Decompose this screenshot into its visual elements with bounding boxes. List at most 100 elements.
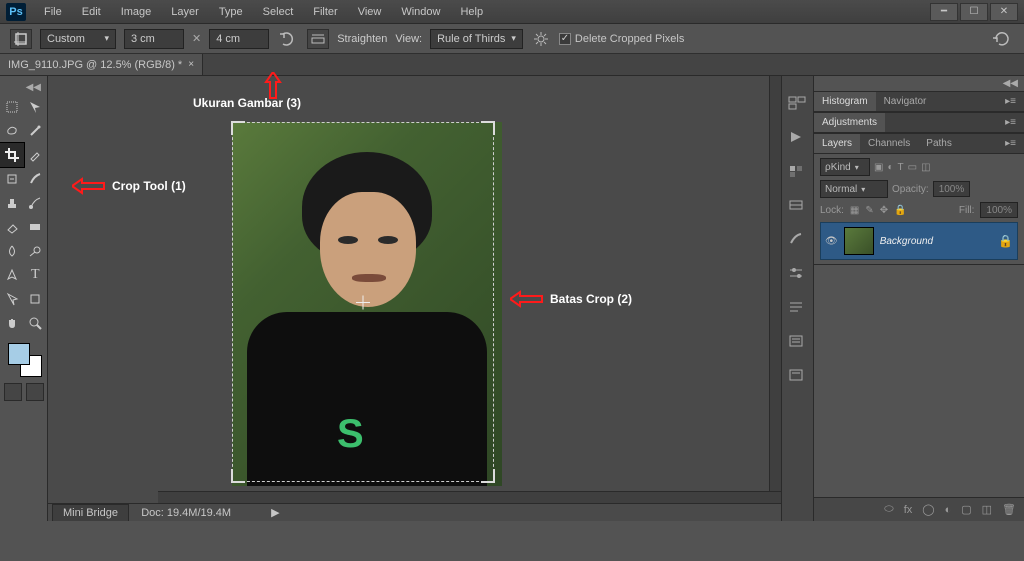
menu-window[interactable]: Window	[393, 2, 448, 22]
arrange-icon[interactable]	[788, 96, 808, 112]
selection-tool-icon[interactable]	[24, 95, 48, 119]
dodge-tool-icon[interactable]	[24, 239, 48, 263]
menu-help[interactable]: Help	[452, 2, 491, 22]
menu-image[interactable]: Image	[113, 2, 160, 22]
crop-tool-icon[interactable]	[10, 29, 32, 49]
filter-smart-icon[interactable]: ◫	[921, 162, 930, 173]
tab-navigator[interactable]: Navigator	[876, 92, 935, 111]
horizontal-scrollbar[interactable]	[158, 491, 781, 503]
hand-tool-icon[interactable]	[0, 311, 24, 335]
vertical-scrollbar[interactable]	[769, 76, 781, 491]
swatches-panel-icon[interactable]	[788, 164, 808, 180]
layer-row-background[interactable]: 👁 Background 🔒	[820, 222, 1018, 260]
group-icon[interactable]: ▢	[961, 503, 971, 516]
panel-menu-icon[interactable]: ▸≡	[997, 113, 1024, 132]
history-brush-tool-icon[interactable]	[24, 191, 48, 215]
library-icon[interactable]	[788, 198, 808, 214]
document-tab[interactable]: IMG_9110.JPG @ 12.5% (RGB/8) * ×	[0, 54, 203, 75]
healing-tool-icon[interactable]	[0, 167, 24, 191]
panel-menu-icon[interactable]: ▸≡	[997, 134, 1024, 153]
crop-settings-gear-icon[interactable]	[531, 29, 551, 49]
edit-mode-toggle[interactable]	[0, 383, 47, 401]
brush-tool-icon[interactable]	[24, 167, 48, 191]
tab-layers[interactable]: Layers	[814, 134, 860, 153]
standard-mode-icon[interactable]	[4, 383, 22, 401]
doc-info-chevron-icon[interactable]: ▶	[271, 506, 279, 519]
fx-icon[interactable]: fx	[904, 504, 913, 516]
blur-tool-icon[interactable]	[0, 239, 24, 263]
tab-adjustments[interactable]: Adjustments	[814, 113, 885, 132]
layer-kind-dropdown[interactable]: ρ Kind	[820, 158, 870, 176]
layer-mask-icon[interactable]: ◯	[922, 503, 934, 516]
trash-icon[interactable]: 🗑	[1002, 503, 1016, 516]
play-icon[interactable]	[788, 130, 808, 146]
move-tool-icon[interactable]	[0, 95, 24, 119]
straighten-label[interactable]: Straighten	[337, 33, 387, 45]
filter-pixel-icon[interactable]: ▣	[874, 162, 883, 173]
eyedropper-tool-icon[interactable]	[24, 143, 48, 167]
color-swatches[interactable]	[4, 339, 44, 379]
zoom-tool-icon[interactable]	[24, 311, 48, 335]
type-tool-icon[interactable]: T	[24, 263, 48, 287]
tab-histogram[interactable]: Histogram	[814, 92, 876, 111]
sliders-icon[interactable]	[788, 266, 808, 282]
menu-layer[interactable]: Layer	[163, 2, 207, 22]
link-layers-icon[interactable]: ⬭	[884, 503, 893, 516]
fill-adjust-icon[interactable]: ◐	[945, 504, 952, 516]
crop-overlay-dropdown[interactable]: Rule of Thirds	[430, 29, 523, 49]
fill-value[interactable]: 100%	[980, 202, 1018, 218]
clear-options-icon[interactable]	[990, 31, 1014, 47]
new-layer-icon[interactable]: ◫	[982, 503, 992, 516]
stamp-tool-icon[interactable]	[0, 191, 24, 215]
opacity-value[interactable]: 100%	[933, 181, 971, 197]
paragraph-panel-icon[interactable]	[788, 300, 808, 316]
tab-paths[interactable]: Paths	[918, 134, 960, 153]
crop-tool[interactable]	[0, 143, 24, 167]
lock-paint-icon[interactable]: ✎	[865, 205, 873, 216]
close-button[interactable]: ✕	[990, 3, 1018, 21]
straighten-icon[interactable]	[307, 29, 329, 49]
brush-panel-icon[interactable]	[788, 232, 808, 248]
crop-width-input[interactable]: 3 cm	[124, 29, 184, 49]
lock-all-icon[interactable]: 🔒	[894, 205, 906, 216]
crop-preset-dropdown[interactable]: Custom	[40, 29, 116, 49]
mini-bridge-tab[interactable]: Mini Bridge	[52, 504, 129, 521]
menu-edit[interactable]: Edit	[74, 2, 109, 22]
close-tab-icon[interactable]: ×	[188, 59, 194, 70]
filter-shape-icon[interactable]: ▭	[908, 162, 917, 173]
filter-type-icon[interactable]: T	[898, 162, 904, 173]
eraser-tool-icon[interactable]	[0, 215, 24, 239]
menu-filter[interactable]: Filter	[305, 2, 345, 22]
info-panel-icon[interactable]	[788, 368, 808, 384]
lock-position-icon[interactable]: ✥	[880, 205, 888, 216]
filter-adjust-icon[interactable]: ◐	[887, 162, 893, 173]
visibility-eye-icon[interactable]: 👁	[825, 236, 838, 247]
collapse-panels-icon[interactable]: ◀◀	[814, 76, 1024, 91]
menu-view[interactable]: View	[350, 2, 390, 22]
pen-tool-icon[interactable]	[0, 263, 24, 287]
blend-mode-dropdown[interactable]: Normal	[820, 180, 888, 198]
gradient-tool-icon[interactable]	[24, 215, 48, 239]
lock-transparency-icon[interactable]: ▦	[850, 205, 859, 216]
crop-height-input[interactable]: 4 cm	[209, 29, 269, 49]
layer-name[interactable]: Background	[880, 236, 992, 247]
swap-dimensions-icon[interactable]	[277, 29, 299, 49]
lasso-tool-icon[interactable]	[0, 119, 24, 143]
quickmask-mode-icon[interactable]	[26, 383, 44, 401]
menu-type[interactable]: Type	[211, 2, 251, 22]
tab-channels[interactable]: Channels	[860, 134, 918, 153]
path-select-tool-icon[interactable]	[0, 287, 24, 311]
collapse-toolbox-icon[interactable]: ◀◀	[0, 80, 47, 95]
maximize-button[interactable]: ☐	[960, 3, 988, 21]
panel-menu-icon[interactable]: ▸≡	[997, 92, 1024, 111]
canvas-area[interactable]: Crop Tool (1) Ukuran Gambar (3) Batas Cr…	[48, 76, 782, 521]
notes-panel-icon[interactable]	[788, 334, 808, 350]
menu-select[interactable]: Select	[255, 2, 302, 22]
delete-cropped-checkbox[interactable]: Delete Cropped Pixels	[559, 33, 684, 45]
foreground-color-swatch[interactable]	[8, 343, 30, 365]
wand-tool-icon[interactable]	[24, 119, 48, 143]
shape-tool-icon[interactable]	[24, 287, 48, 311]
menu-file[interactable]: File	[36, 2, 70, 22]
minimize-button[interactable]: ━	[930, 3, 958, 21]
layer-thumbnail[interactable]	[844, 227, 874, 255]
